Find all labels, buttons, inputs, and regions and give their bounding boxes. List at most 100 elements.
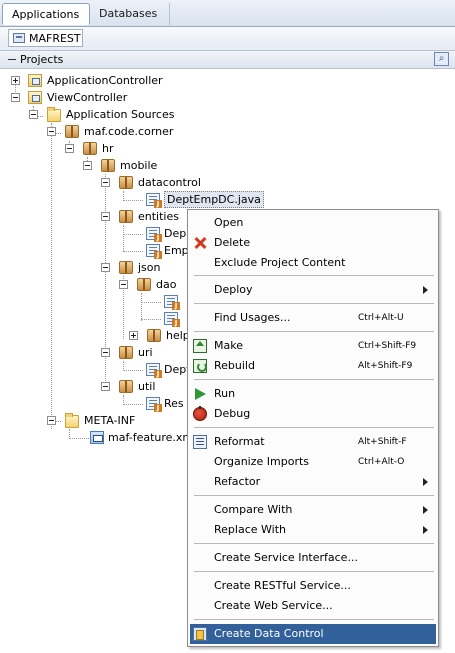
menu-item-label: Replace With [214, 523, 286, 536]
tree-node-help[interactable]: help [0, 327, 190, 344]
tree-label: uri [138, 346, 153, 359]
tree-label: maf.code.corner [84, 125, 174, 138]
project-icon [28, 91, 42, 104]
submenu-arrow-icon [423, 506, 428, 514]
tab-applications[interactable]: Applications [2, 3, 90, 25]
expand-icon[interactable] [129, 331, 138, 340]
folder-icon [65, 413, 79, 428]
collapse-node-icon[interactable] [29, 110, 38, 119]
tree-label: Emp [164, 244, 189, 257]
menu-separator [194, 495, 434, 496]
collapse-node-icon[interactable] [65, 144, 74, 153]
menu-item-rebuild[interactable]: Rebuild Alt+Shift-F9 [190, 356, 436, 376]
data-control-icon [193, 627, 207, 641]
collapse-node-icon[interactable] [101, 212, 110, 221]
java-file-icon [146, 397, 162, 412]
menu-item-debug[interactable]: Debug [190, 404, 436, 424]
tree-node-hr[interactable]: hr [0, 140, 200, 157]
package-icon [119, 176, 133, 189]
rebuild-icon [193, 359, 207, 373]
menu-item-shortcut: Alt+Shift-F [358, 437, 407, 447]
menu-separator [194, 543, 434, 544]
tree-label: entities [138, 210, 179, 223]
collapse-node-icon[interactable] [83, 161, 92, 170]
collapse-node-icon[interactable] [11, 93, 20, 102]
menu-item-refactor[interactable]: Refactor [190, 472, 436, 492]
menu-separator [194, 303, 434, 304]
search-icon[interactable]: ⌕ [434, 52, 449, 66]
menu-item-shortcut: Ctrl+Shift-F9 [358, 341, 417, 351]
tree-node-application-sources[interactable]: Application Sources [0, 106, 200, 123]
collapse-node-icon[interactable] [101, 263, 110, 272]
tree-node-deptempdc-java[interactable]: DeptEmpDC.java [0, 191, 264, 208]
collapse-node-icon[interactable] [47, 127, 56, 136]
menu-item-make[interactable]: Make Ctrl+Shift-F9 [190, 336, 436, 356]
projects-panel-header: Projects ⌕ [0, 51, 455, 69]
tree-label: DeptEmpDC.java [164, 191, 264, 208]
menu-separator [194, 427, 434, 428]
tree-node-viewcontroller[interactable]: ViewController [0, 89, 200, 106]
project-selector[interactable]: MAFREST [8, 29, 83, 47]
menu-item-exclude-project-content[interactable]: Exclude Project Content [190, 253, 436, 273]
tree-label: Res [164, 397, 184, 410]
menu-item-label: Compare With [214, 503, 293, 516]
collapse-icon[interactable] [7, 54, 17, 64]
tree-node-dao[interactable]: dao [0, 276, 186, 293]
collapse-node-icon[interactable] [47, 416, 56, 425]
tab-databases[interactable]: Databases [90, 3, 170, 25]
tree-node-uri-file[interactable]: Dept [0, 361, 191, 378]
menu-item-run[interactable]: Run [190, 384, 436, 404]
tree-node-entities-file2[interactable]: Emp [0, 242, 189, 259]
package-icon [137, 278, 151, 291]
tree-node-datacontrol[interactable]: datacontrol [0, 174, 210, 191]
tree-node-maf-feature-xml[interactable]: maf-feature.xml [0, 429, 196, 446]
menu-item-create-service-interface[interactable]: Create Service Interface... [190, 548, 436, 568]
package-icon [119, 380, 133, 393]
tree-label: hr [102, 142, 114, 155]
menu-item-label: Make [214, 339, 243, 352]
tree-node-mobile[interactable]: mobile [0, 157, 200, 174]
menu-item-label: Delete [214, 236, 251, 249]
menu-item-compare-with[interactable]: Compare With [190, 500, 436, 520]
tree-node-json[interactable]: json [0, 259, 186, 276]
collapse-node-icon[interactable] [119, 280, 128, 289]
tree-node-util-file[interactable]: Res [0, 395, 186, 412]
menu-item-create-web-service[interactable]: Create Web Service... [190, 596, 436, 616]
collapse-node-icon[interactable] [101, 348, 110, 357]
tree-node-dao-file1[interactable] [0, 293, 186, 310]
tree-node-util[interactable]: util [0, 378, 186, 395]
menu-item-create-restful-service[interactable]: Create RESTful Service... [190, 576, 436, 596]
xml-file-icon [90, 431, 104, 444]
tree-node-entities[interactable]: entities [0, 208, 190, 225]
debug-icon [193, 406, 207, 421]
delete-icon [193, 236, 207, 250]
tree-label: ViewController [47, 91, 128, 104]
menu-item-shortcut: Alt+Shift-F9 [358, 361, 413, 371]
tree-node-entities-file1[interactable]: Dep [0, 225, 186, 242]
menu-item-deploy[interactable]: Deploy [190, 280, 436, 300]
menu-item-label: Open [214, 216, 244, 229]
tree-node-dao-file2[interactable] [0, 310, 186, 327]
menu-item-label: Create Service Interface... [214, 551, 358, 564]
tree-node-meta-inf[interactable]: META-INF [0, 412, 186, 429]
menu-item-open[interactable]: Open [190, 213, 436, 233]
tree-node-uri[interactable]: uri [0, 344, 186, 361]
menu-separator [194, 275, 434, 276]
package-icon [119, 210, 133, 223]
tree-label: mobile [120, 159, 158, 172]
menu-item-create-data-control[interactable]: Create Data Control [190, 624, 436, 644]
collapse-node-icon[interactable] [101, 178, 110, 187]
menu-item-organize-imports[interactable]: Organize Imports Ctrl+Alt-O [190, 452, 436, 472]
expand-icon[interactable] [11, 76, 20, 85]
menu-item-reformat[interactable]: Reformat Alt+Shift-F [190, 432, 436, 452]
collapse-node-icon[interactable] [101, 382, 110, 391]
tree-node-maf-code-corner[interactable]: maf.code.corner [0, 123, 200, 140]
menu-item-delete[interactable]: Delete [190, 233, 436, 253]
tree-node-applicationcontroller[interactable]: ApplicationController [0, 72, 200, 89]
menu-item-replace-with[interactable]: Replace With [190, 520, 436, 540]
java-file-icon [146, 244, 162, 259]
menu-item-label: Create Data Control [214, 627, 324, 640]
package-icon [101, 159, 115, 172]
menu-item-find-usages[interactable]: Find Usages... Ctrl+Alt-U [190, 308, 436, 328]
submenu-arrow-icon [423, 286, 428, 294]
